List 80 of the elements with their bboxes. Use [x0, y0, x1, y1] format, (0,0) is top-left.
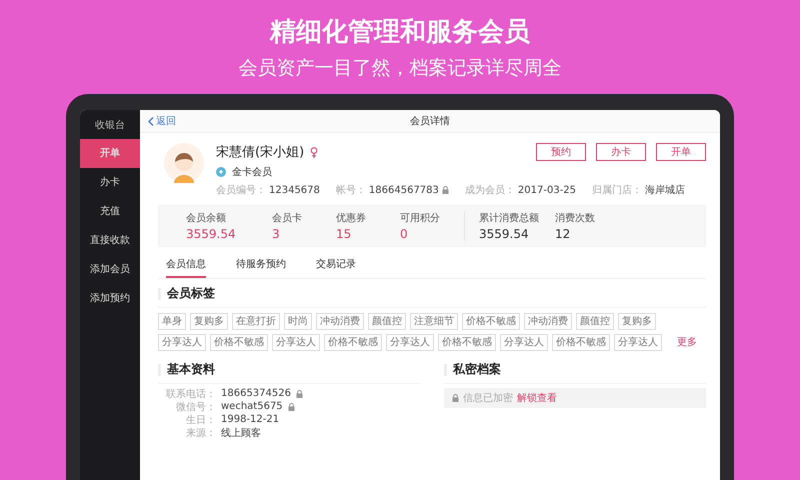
tag: 冲动消费: [316, 313, 364, 330]
tab[interactable]: 待服务预约: [236, 253, 286, 278]
field-value: 1998-12-21: [221, 414, 280, 425]
field-value: 海岸城店: [645, 184, 686, 197]
tag: 注意细节: [410, 313, 458, 330]
sidebar-item[interactable]: 添加会员: [80, 255, 140, 284]
section-title: 基本资料: [167, 361, 215, 378]
field-value: wechat5675: [221, 401, 283, 412]
more-link[interactable]: 更多: [677, 335, 697, 349]
tag: 单身: [158, 313, 186, 330]
action-button[interactable]: 开单: [656, 143, 706, 161]
lock-icon: [442, 186, 449, 194]
tag: 价格不敏感: [552, 334, 610, 351]
field-label: 帐号：: [336, 184, 366, 197]
member-name: 宋慧倩(宋小姐): [216, 144, 304, 161]
tag: 颜值控: [368, 313, 406, 330]
field-value: 2017-03-25: [518, 184, 576, 196]
tag: 价格不敏感: [324, 334, 382, 351]
lock-icon: [452, 394, 459, 402]
avatar: [164, 143, 204, 183]
tag: 复购多: [618, 313, 656, 330]
field-value: 12345678: [269, 184, 320, 196]
section-title: 私密档案: [453, 361, 501, 378]
female-icon: [310, 146, 318, 158]
tag: 价格不敏感: [210, 334, 268, 351]
sidebar-item[interactable]: 直接收款: [80, 226, 140, 255]
stat-value: 3: [272, 227, 281, 241]
field-label: 成为会员：: [464, 184, 515, 197]
member-level: 金卡会员: [232, 166, 272, 179]
field-label: 会员编号：: [216, 184, 266, 197]
tag: 冲动消费: [524, 313, 572, 330]
lock-icon: [296, 390, 303, 398]
stat-label: 会员余额: [186, 212, 227, 225]
sidebar-item[interactable]: 充值: [80, 197, 140, 226]
tag: 分享达人: [500, 334, 548, 351]
action-button[interactable]: 预约: [536, 143, 586, 161]
field-value: 线上顾客: [221, 426, 261, 440]
chevron-left-icon: [148, 116, 154, 126]
tag: 复购多: [190, 313, 228, 330]
stat-value: 12: [555, 227, 572, 241]
encrypted-notice: 信息已加密: [463, 392, 513, 405]
sidebar-item[interactable]: 办卡: [80, 168, 140, 197]
stat-label: 消费次数: [555, 212, 596, 225]
tag: 颜值控: [576, 313, 614, 330]
sidebar-title: 收银台: [94, 118, 126, 133]
stat-value: 0: [400, 227, 409, 241]
stat-value: 3559.54: [186, 227, 237, 241]
tag: 分享达人: [272, 334, 320, 351]
stat-label: 累计消费总额: [479, 212, 540, 225]
stat-value: 15: [336, 227, 352, 241]
tag: 分享达人: [386, 334, 434, 351]
field-label: 归属门店：: [592, 184, 642, 197]
tab[interactable]: 交易记录: [316, 253, 356, 278]
tag: 时尚: [284, 313, 312, 330]
action-button[interactable]: 办卡: [596, 143, 646, 161]
field-value: 18664567783: [368, 184, 439, 196]
tag: 价格不敏感: [438, 334, 496, 351]
tag: 在意打折: [232, 313, 280, 330]
back-link[interactable]: 返回: [148, 114, 176, 128]
subheadline: 会员资产一目了然，档案记录详尽周全: [238, 56, 562, 80]
field-label: 联系电话：: [165, 388, 216, 400]
stat-value: 3559.54: [479, 227, 530, 241]
section-title: 会员标签: [167, 285, 215, 302]
field-value: 18665374526: [221, 388, 291, 399]
tag: 价格不敏感: [462, 313, 520, 330]
field-label: 微信号：: [175, 400, 216, 414]
page-title: 会员详情: [410, 114, 450, 128]
field-label: 来源：: [185, 426, 216, 440]
stat-label: 会员卡: [272, 212, 303, 225]
sidebar-item[interactable]: 添加预约: [80, 284, 140, 313]
unlock-link[interactable]: 解锁查看: [517, 391, 557, 405]
tag: 分享达人: [614, 334, 662, 351]
badge-icon: [216, 167, 226, 177]
stat-label: 优惠券: [336, 212, 367, 225]
headline: 精细化管理和服务会员: [270, 16, 530, 48]
lock-icon: [288, 402, 295, 410]
tag: 分享达人: [158, 334, 206, 351]
tab[interactable]: 会员信息: [166, 253, 206, 278]
field-label: 生日：: [185, 414, 216, 426]
stat-label: 可用积分: [400, 212, 441, 225]
